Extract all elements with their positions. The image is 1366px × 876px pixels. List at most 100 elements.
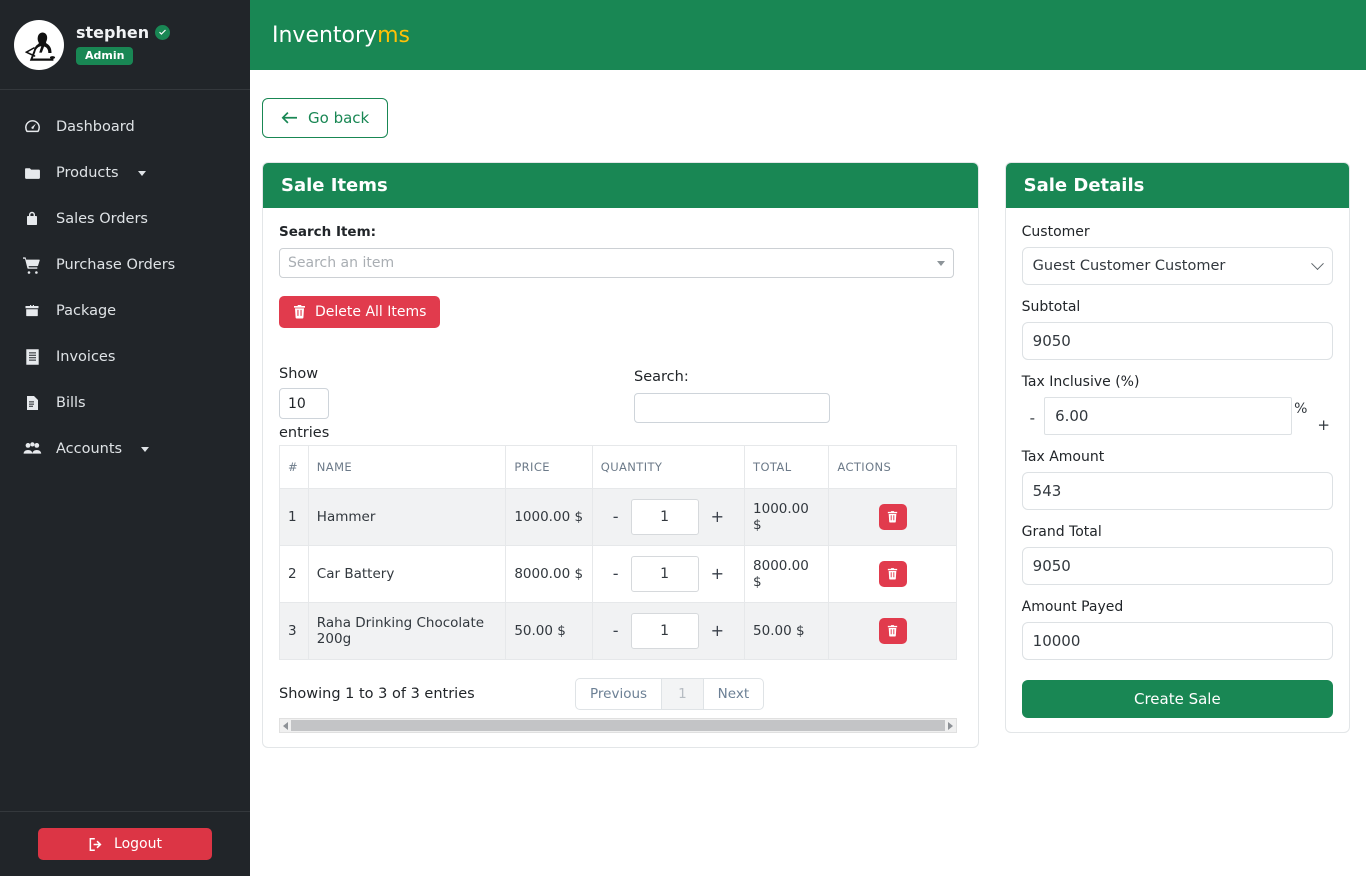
chevron-down-icon — [141, 446, 150, 452]
tax-increment-button[interactable]: + — [1307, 397, 1330, 434]
subtotal-label: Subtotal — [1021, 299, 1081, 315]
pagination-previous-button[interactable]: Previous — [575, 678, 663, 710]
sidebar-item-label: Invoices — [56, 349, 116, 365]
scrollbar-thumb[interactable] — [291, 720, 945, 731]
arrow-left-icon — [281, 111, 297, 125]
subtotal-input[interactable] — [1021, 322, 1333, 360]
tax-amount-input[interactable] — [1021, 472, 1333, 510]
sidebar-item-bills[interactable]: Bills — [0, 380, 250, 426]
logout-button[interactable]: Logout — [38, 828, 212, 860]
col-price[interactable]: PRICE — [505, 445, 593, 489]
sale-details-column: Sale Details Customer Guest Customer Cus… — [1004, 162, 1350, 733]
dashboard-gauge-icon — [22, 119, 42, 136]
quantity-decrement-button[interactable]: - — [611, 509, 621, 525]
trash-icon — [887, 568, 898, 580]
datatable-search-control: Search: — [634, 366, 830, 441]
datatable-controls: Show entries Search: — [279, 366, 962, 441]
delete-all-items-button[interactable]: Delete All Items — [279, 296, 441, 328]
page-content: Go back Sale Items Search Item: Search a… — [250, 70, 1366, 748]
amount-payed-field: Amount Payed — [1021, 599, 1333, 660]
sidebar-item-label: Purchase Orders — [56, 257, 176, 273]
sidebar-item-label: Products — [56, 165, 119, 181]
tax-amount-label: Tax Amount — [1021, 449, 1105, 465]
quantity-input[interactable] — [630, 556, 699, 592]
row-actions-cell — [828, 545, 957, 603]
sale-items-card: Sale Items Search Item: Search an item D… — [262, 162, 979, 748]
quantity-increment-button[interactable]: + — [709, 566, 726, 582]
sidebar-item-label: Accounts — [56, 441, 123, 457]
col-name[interactable]: NAME — [307, 445, 507, 489]
sidebar-item-dashboard[interactable]: Dashboard — [0, 104, 250, 150]
delete-row-button[interactable] — [878, 618, 907, 644]
tax-decrement-button[interactable]: - — [1022, 397, 1044, 427]
delete-row-button[interactable] — [878, 504, 907, 530]
sale-items-table: # NAME PRICE QUANTITY TOTAL ACTIONS 1 Ha… — [279, 445, 957, 660]
sidebar-user-block: stephen Admin — [0, 0, 250, 90]
row-price: 50.00 $ — [505, 602, 593, 660]
sidebar-item-label: Dashboard — [56, 119, 135, 135]
row-actions-cell — [828, 488, 957, 546]
quantity-increment-button[interactable]: + — [709, 509, 726, 525]
create-sale-button[interactable]: Create Sale — [1021, 680, 1333, 718]
tax-inclusive-label: Tax Inclusive (%) — [1021, 374, 1140, 390]
sale-items-title: Sale Items — [263, 163, 978, 208]
datatable-footer: Showing 1 to 3 of 3 entries Previous 1 N… — [279, 678, 957, 710]
row-name: Car Battery — [307, 545, 507, 603]
search-label: Search: — [634, 369, 689, 385]
amount-payed-input[interactable] — [1021, 622, 1333, 660]
trash-icon — [887, 511, 898, 523]
pagination: Previous 1 Next — [575, 678, 765, 710]
quantity-input[interactable] — [630, 499, 699, 535]
table-horizontal-scrollbar[interactable] — [279, 718, 957, 733]
sidebar-item-accounts[interactable]: Accounts — [0, 426, 250, 472]
search-item-select[interactable]: Search an item — [279, 248, 954, 278]
table-search-input[interactable] — [634, 393, 830, 423]
quantity-decrement-button[interactable]: - — [611, 623, 621, 639]
customer-field: Customer Guest Customer Customer — [1021, 224, 1333, 285]
col-total[interactable]: TOTAL — [744, 445, 830, 489]
col-quantity[interactable]: QUANTITY — [591, 445, 746, 489]
scroll-right-arrow-icon[interactable] — [948, 721, 953, 730]
go-back-label: Go back — [308, 109, 370, 127]
grand-total-input[interactable] — [1021, 547, 1333, 585]
logout-arrow-icon — [88, 837, 104, 852]
quantity-decrement-button[interactable]: - — [611, 566, 621, 582]
sidebar-item-sales-orders[interactable]: Sales Orders — [0, 196, 250, 242]
row-quantity-cell: - + — [591, 488, 746, 546]
sidebar-item-package[interactable]: Package — [0, 288, 250, 334]
sidebar-item-products[interactable]: Products — [0, 150, 250, 196]
show-label: Show — [279, 366, 319, 382]
main-region: Inventoryms Go back Sale Items Search It… — [250, 0, 1366, 876]
delete-row-button[interactable] — [878, 561, 907, 587]
entries-label: entries — [279, 425, 330, 441]
bill-document-icon — [22, 395, 42, 411]
quantity-input[interactable] — [630, 613, 699, 649]
tax-inclusive-input[interactable] — [1044, 397, 1293, 435]
box-package-icon — [22, 303, 42, 319]
two-column-layout: Sale Items Search Item: Search an item D… — [262, 162, 1350, 748]
chevron-down-icon — [937, 260, 945, 266]
quantity-increment-button[interactable]: + — [709, 623, 726, 639]
go-back-button[interactable]: Go back — [262, 98, 389, 138]
table-header-row: # NAME PRICE QUANTITY TOTAL ACTIONS — [279, 445, 957, 489]
page-length-input[interactable] — [279, 388, 329, 419]
row-total: 50.00 $ — [744, 602, 830, 660]
scroll-left-arrow-icon[interactable] — [283, 721, 288, 730]
row-name: Hammer — [307, 488, 507, 546]
col-index[interactable]: # — [279, 445, 309, 489]
sidebar-item-purchase-orders[interactable]: Purchase Orders — [0, 242, 250, 288]
app-root: stephen Admin Dashboard Products Sales O… — [0, 0, 1366, 876]
col-actions[interactable]: ACTIONS — [828, 445, 957, 489]
folder-icon — [22, 165, 42, 182]
row-quantity-cell: - + — [591, 545, 746, 603]
pagination-next-button[interactable]: Next — [702, 678, 765, 710]
row-actions-cell — [828, 602, 957, 660]
sidebar-item-invoices[interactable]: Invoices — [0, 334, 250, 380]
customer-select[interactable]: Guest Customer Customer — [1021, 247, 1333, 285]
chevron-down-icon — [137, 170, 146, 176]
search-item-placeholder-text: Search an item — [288, 255, 395, 271]
sidebar: stephen Admin Dashboard Products Sales O… — [0, 0, 250, 876]
sidebar-item-label: Package — [56, 303, 117, 319]
subtotal-field: Subtotal — [1021, 299, 1333, 360]
pagination-page-1-button[interactable]: 1 — [662, 678, 703, 710]
